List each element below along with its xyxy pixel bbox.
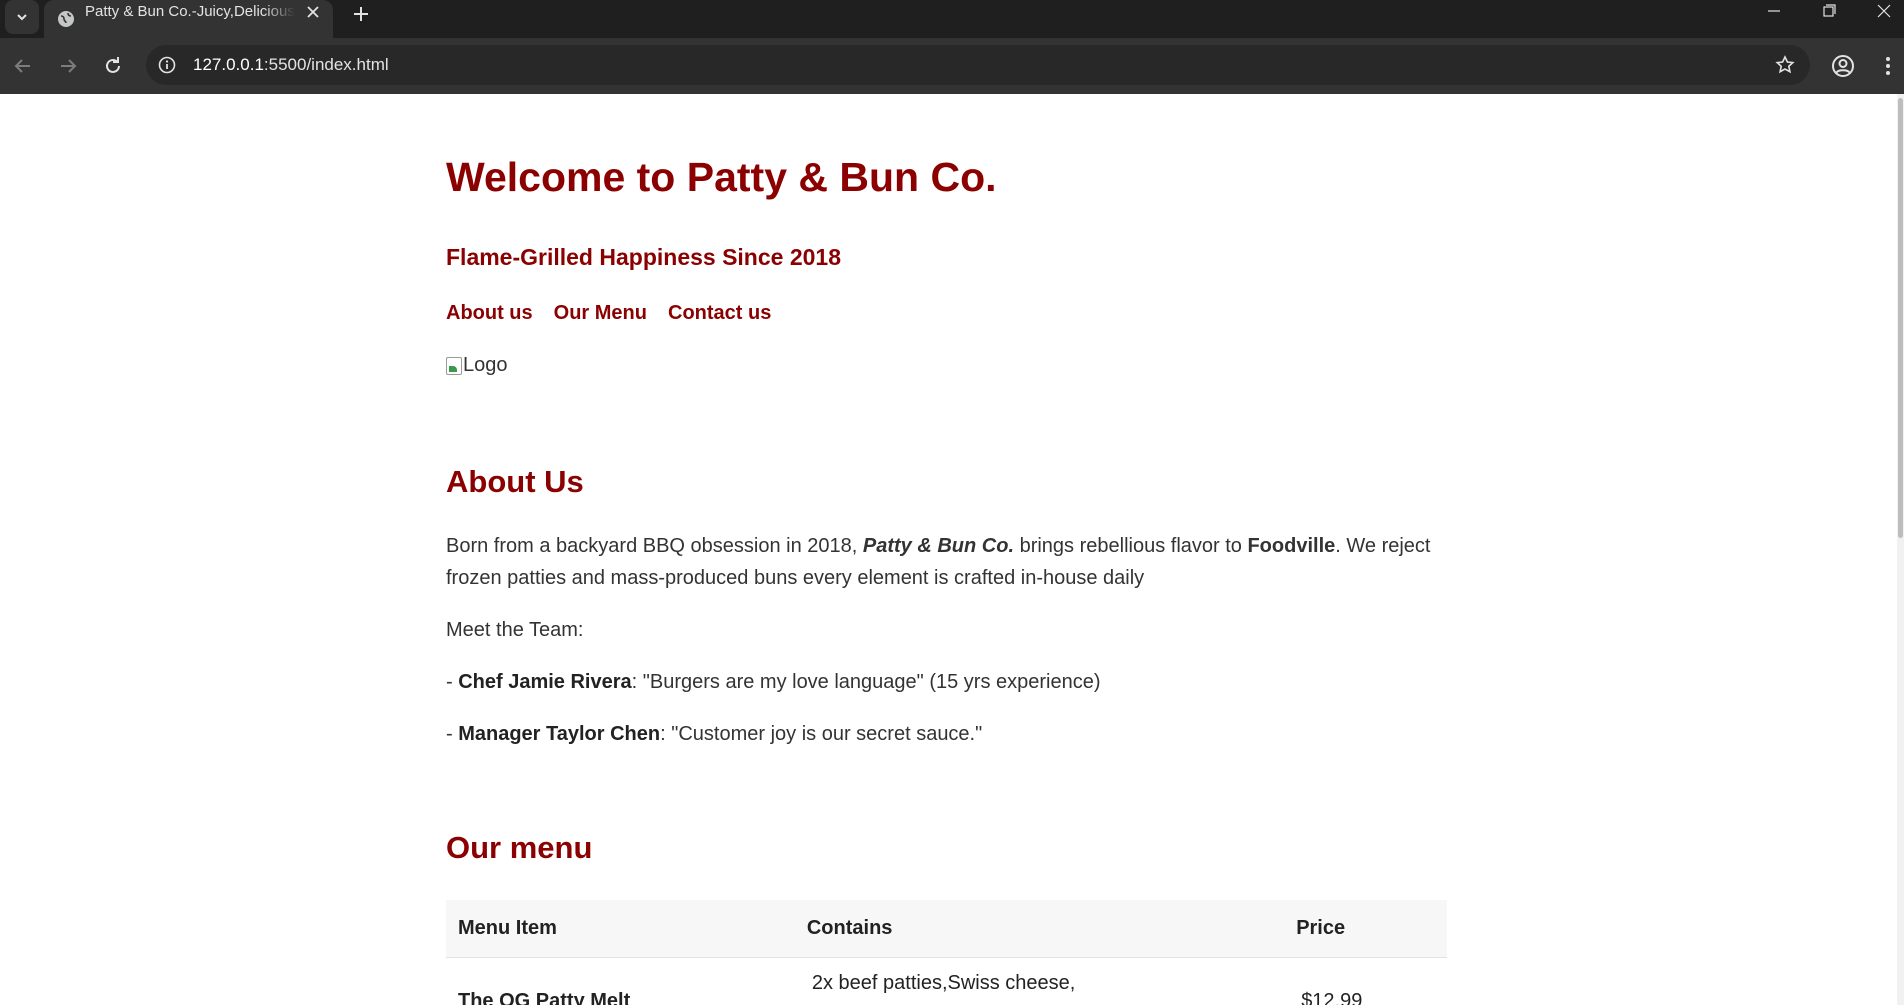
menu-heading: Our menu xyxy=(446,830,593,865)
browser-toolbar: 127.0.0.1:5500/index.html xyxy=(0,38,1904,94)
reload-icon[interactable] xyxy=(101,54,125,78)
url-text[interactable]: 127.0.0.1:5500/index.html xyxy=(193,45,389,85)
table-row: The OG Patty Melt 2x beef patties,Swiss … xyxy=(446,958,1447,1005)
minimize-icon[interactable] xyxy=(1752,0,1796,22)
logo-image: Logo xyxy=(446,354,508,377)
nav-link-menu[interactable]: Our Menu xyxy=(554,302,647,324)
bookmark-star-icon[interactable] xyxy=(1775,55,1795,75)
url-host: 127.0.0.1 xyxy=(193,55,264,74)
close-tab-icon[interactable] xyxy=(305,4,321,20)
address-bar[interactable]: 127.0.0.1:5500/index.html xyxy=(146,45,1810,85)
table-cell: The OG Patty Melt xyxy=(446,958,795,1005)
menu-item-name: The OG Patty Melt xyxy=(458,990,631,1005)
member-quote: : "Burgers are my love language" (15 yrs… xyxy=(631,671,1101,693)
member-name: Manager Taylor Chen xyxy=(458,723,661,745)
scrollbar-thumb[interactable] xyxy=(1898,98,1903,538)
page-viewport: Welcome to Patty & Bun Co. Flame-Grilled… xyxy=(0,94,1904,1005)
about-heading: About Us xyxy=(446,464,584,499)
list-dash: - xyxy=(446,671,459,693)
team-member: - Chef Jamie Rivera: "Burgers are my lov… xyxy=(446,666,1101,698)
column-header-contains: Contains xyxy=(794,900,1285,958)
table-cell: 2x beef patties,Swiss cheese, xyxy=(795,958,1284,1005)
tab-search-button[interactable] xyxy=(5,0,39,34)
forward-arrow-icon[interactable] xyxy=(56,54,80,78)
member-quote: : "Customer joy is our secret sauce." xyxy=(660,723,983,745)
about-paragraph: Born from a backyard BBQ obsession in 20… xyxy=(446,530,1446,594)
restore-icon[interactable] xyxy=(1807,0,1851,22)
menu-item-price: $12.99 xyxy=(1301,990,1363,1005)
site-info-icon[interactable] xyxy=(158,56,176,74)
broken-image-icon xyxy=(446,356,462,375)
about-text: Born from a backyard BBQ obsession in 20… xyxy=(446,535,863,557)
back-arrow-icon[interactable] xyxy=(11,54,35,78)
active-tab[interactable]: Patty & Bun Co.-Juicy,Delicious xyxy=(44,0,333,38)
menu-item-contains: 2x beef patties,Swiss cheese, xyxy=(811,972,1076,994)
about-text: brings rebellious flavor to xyxy=(1014,535,1248,557)
column-header-price: Price xyxy=(1284,900,1447,958)
tab-title: Patty & Bun Co.-Juicy,Delicious xyxy=(85,3,295,20)
more-options-icon[interactable] xyxy=(1878,53,1898,79)
list-dash: - xyxy=(446,723,459,745)
chevron-down-icon xyxy=(17,14,27,21)
team-label: Meet the Team: xyxy=(446,619,584,641)
team-member: - Manager Taylor Chen: "Customer joy is … xyxy=(446,718,982,750)
column-header-item: Menu Item xyxy=(446,900,795,958)
member-name: Chef Jamie Rivera xyxy=(458,671,632,693)
url-path: :5500/index.html xyxy=(263,55,389,74)
table-header-row: Menu Item Contains Price xyxy=(446,900,1447,958)
menu-table: Menu Item Contains Price The OG Patty Me… xyxy=(446,900,1447,1005)
new-tab-icon[interactable] xyxy=(349,2,373,26)
logo-alt-text: Logo xyxy=(463,354,508,376)
tagline: Flame-Grilled Happiness Since 2018 xyxy=(446,244,841,270)
nav-link-contact[interactable]: Contact us xyxy=(668,302,771,324)
nav-link-about[interactable]: About us xyxy=(446,302,533,324)
tab-strip: Patty & Bun Co.-Juicy,Delicious xyxy=(0,0,1904,38)
profile-icon[interactable] xyxy=(1830,53,1856,79)
table-cell: $12.99 xyxy=(1284,958,1447,1005)
close-window-icon[interactable] xyxy=(1862,0,1904,22)
main-nav: About us Our Menu Contact us xyxy=(446,302,792,325)
city-name: Foodville xyxy=(1247,535,1336,557)
brand-name: Patty & Bun Co. xyxy=(862,535,1015,557)
page-scrollbar[interactable] xyxy=(1897,94,1904,1005)
page-title: Welcome to Patty & Bun Co. xyxy=(446,154,997,200)
globe-icon xyxy=(58,11,74,27)
